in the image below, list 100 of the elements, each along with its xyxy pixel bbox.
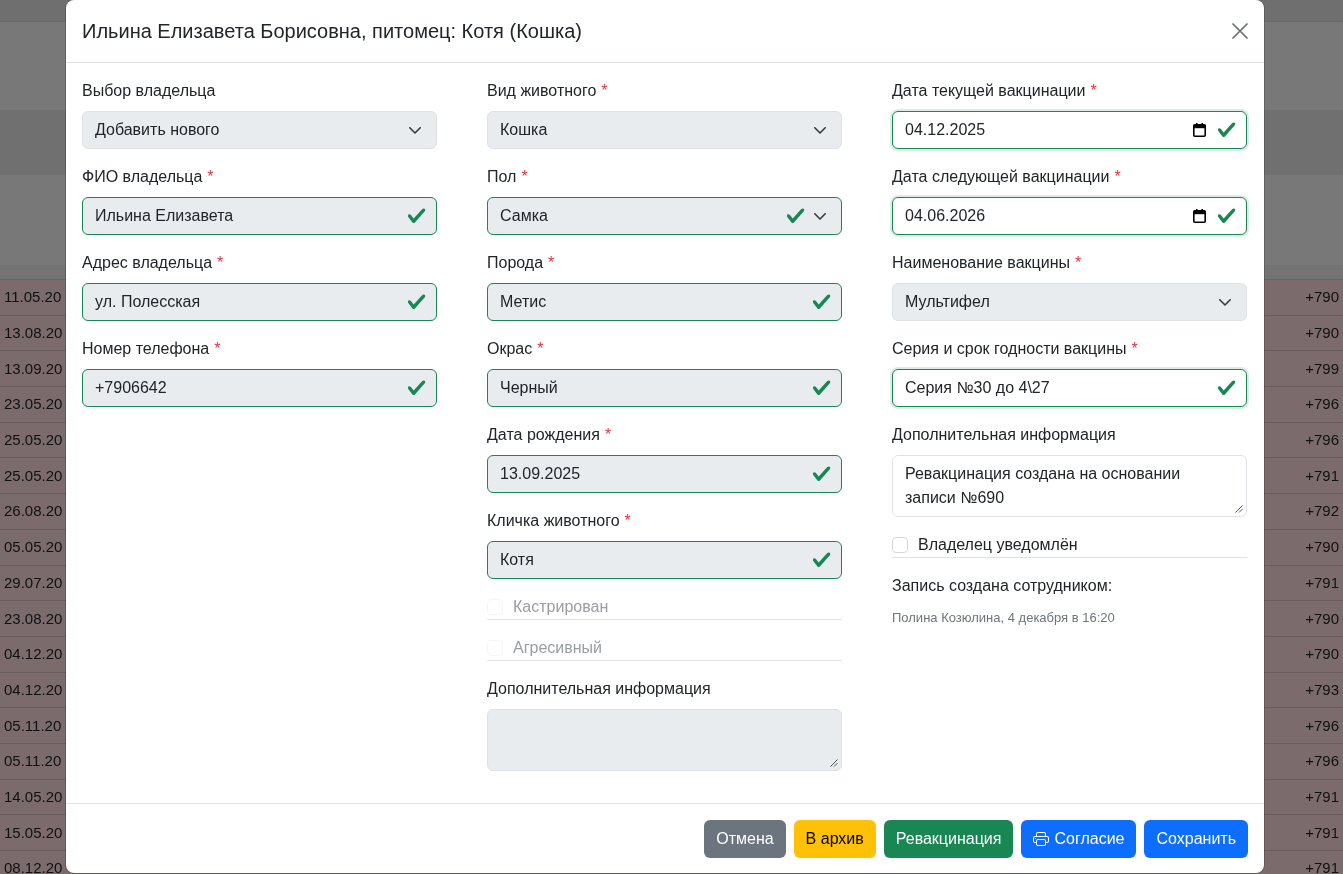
field-label: Адрес владельца: [82, 253, 213, 273]
resize-grip-icon[interactable]: [1235, 505, 1243, 513]
table-cell: 14.05.20: [4, 787, 63, 806]
chevron-down-icon: [814, 212, 826, 220]
close-button[interactable]: [1232, 23, 1248, 39]
check-icon: [408, 379, 426, 397]
required-asterisk: *: [548, 253, 555, 273]
field-label: Дата рождения: [487, 425, 600, 445]
table-cell: 04.12.20: [4, 645, 63, 664]
table-cell: 08.12.20: [4, 859, 63, 874]
required-asterisk: *: [601, 81, 608, 101]
checkbox-label: Кастрирован: [513, 597, 609, 617]
table-cell: +790: [1305, 609, 1339, 628]
table-cell: 23.08.20: [4, 609, 63, 628]
table-cell: +796: [1305, 431, 1339, 450]
field-label: Дополнительная информация: [487, 679, 711, 699]
checkbox-label: Агресивный: [513, 638, 602, 658]
check-icon: [1218, 379, 1236, 397]
note-label: Запись создана сотрудником:: [892, 576, 1114, 596]
required-asterisk: *: [217, 253, 224, 273]
textarea-field[interactable]: Ревакцинация создана на основании записи №690: [892, 455, 1247, 517]
input-field[interactable]: Серия №30 до 4\27: [892, 369, 1247, 407]
check-icon: [408, 293, 426, 311]
calendar-icon[interactable]: [1193, 123, 1206, 137]
note-detail: Полина Козюлина, 4 декабря в 16:20: [892, 609, 1116, 627]
footer-button[interactable]: Ревакцинация: [883, 820, 1014, 858]
table-cell: +790: [1305, 645, 1339, 664]
field-label: Серия и срок годности вакцины: [892, 339, 1127, 359]
field-label: Пол: [487, 167, 517, 187]
table-cell: 25.05.20: [4, 466, 63, 485]
table-cell: +792: [1305, 502, 1339, 521]
table-cell: 05.11.20: [4, 716, 62, 735]
field-label: Порода: [487, 253, 544, 273]
footer-button[interactable]: Отмена: [704, 820, 786, 858]
field-label: Вид животного: [487, 81, 597, 101]
checkbox[interactable]: [892, 536, 908, 553]
table-cell: 05.11.20: [4, 752, 62, 771]
required-asterisk: *: [537, 339, 544, 359]
checkbox-label: Владелец уведомлён: [918, 535, 1078, 555]
check-icon: [813, 465, 831, 483]
table-cell: +796: [1305, 716, 1339, 735]
field-label: Окрас: [487, 339, 533, 359]
table-cell: +791: [1305, 823, 1339, 842]
table-cell: +791: [1305, 573, 1339, 592]
required-asterisk: *: [207, 167, 214, 187]
check-icon: [1218, 207, 1236, 225]
table-cell: 15.05.20: [4, 823, 63, 842]
date-field[interactable]: 04.06.2026: [892, 197, 1247, 235]
chevron-down-icon: [409, 126, 421, 134]
field-label: Дата следующей вакцинации: [892, 167, 1110, 187]
required-asterisk: *: [624, 511, 631, 531]
field-label: Выбор владельца: [82, 81, 216, 101]
field-label: Кличка животного: [487, 511, 620, 531]
table-cell: +790: [1305, 288, 1339, 307]
table-cell: 26.08.20: [4, 502, 63, 521]
check-icon: [813, 293, 831, 311]
table-cell: 11.05.20: [4, 288, 62, 307]
required-asterisk: *: [521, 167, 528, 187]
table-cell: +790: [1305, 324, 1339, 343]
field-label: Дополнительная информация: [892, 425, 1116, 445]
table-cell: +796: [1305, 752, 1339, 771]
table-cell: +790: [1305, 538, 1339, 557]
printer-icon: [1033, 831, 1050, 847]
required-asterisk: *: [1090, 81, 1097, 101]
table-cell: +796: [1305, 395, 1339, 414]
check-icon: [813, 379, 831, 397]
table-cell: 13.09.20: [4, 359, 63, 378]
field-label: ФИО владельца: [82, 167, 203, 187]
table-cell: 13.08.20: [4, 324, 63, 343]
required-asterisk: *: [214, 339, 221, 359]
date-field[interactable]: 04.12.2025: [892, 111, 1247, 149]
table-cell: +791: [1305, 859, 1339, 874]
table-cell: +791: [1305, 466, 1339, 485]
required-asterisk: *: [1114, 167, 1121, 187]
required-asterisk: *: [1075, 253, 1082, 273]
check-icon: [1218, 121, 1236, 139]
check-icon: [408, 207, 426, 225]
table-cell: 04.12.20: [4, 680, 63, 699]
modal-title: Ильина Елизавета Борисовна, питомец: Котя (Кошка): [82, 19, 582, 43]
chevron-down-icon: [814, 126, 826, 134]
field-label: Номер телефона: [82, 339, 210, 359]
table-cell: 25.05.20: [4, 431, 63, 450]
table-cell: 23.05.20: [4, 395, 63, 414]
footer-button[interactable]: В архив: [793, 820, 876, 858]
field-label: Наименование вакцины: [892, 253, 1070, 273]
check-icon: [787, 207, 805, 225]
close-icon: [1232, 23, 1248, 39]
field-label: Дата текущей вакцинации: [892, 81, 1086, 101]
table-cell: +791: [1305, 787, 1339, 806]
table-cell: +793: [1305, 680, 1339, 699]
footer-button[interactable]: Согласие: [1021, 820, 1137, 858]
required-asterisk: *: [1131, 339, 1138, 359]
table-cell: 29.07.20: [4, 573, 63, 592]
required-asterisk: *: [604, 425, 612, 445]
table-cell: +799: [1305, 359, 1339, 378]
calendar-icon[interactable]: [1193, 209, 1206, 223]
footer-button[interactable]: Сохранить: [1144, 820, 1248, 858]
check-icon: [813, 551, 831, 569]
chevron-down-icon: [1219, 298, 1231, 306]
table-cell: 05.05.20: [4, 538, 63, 557]
